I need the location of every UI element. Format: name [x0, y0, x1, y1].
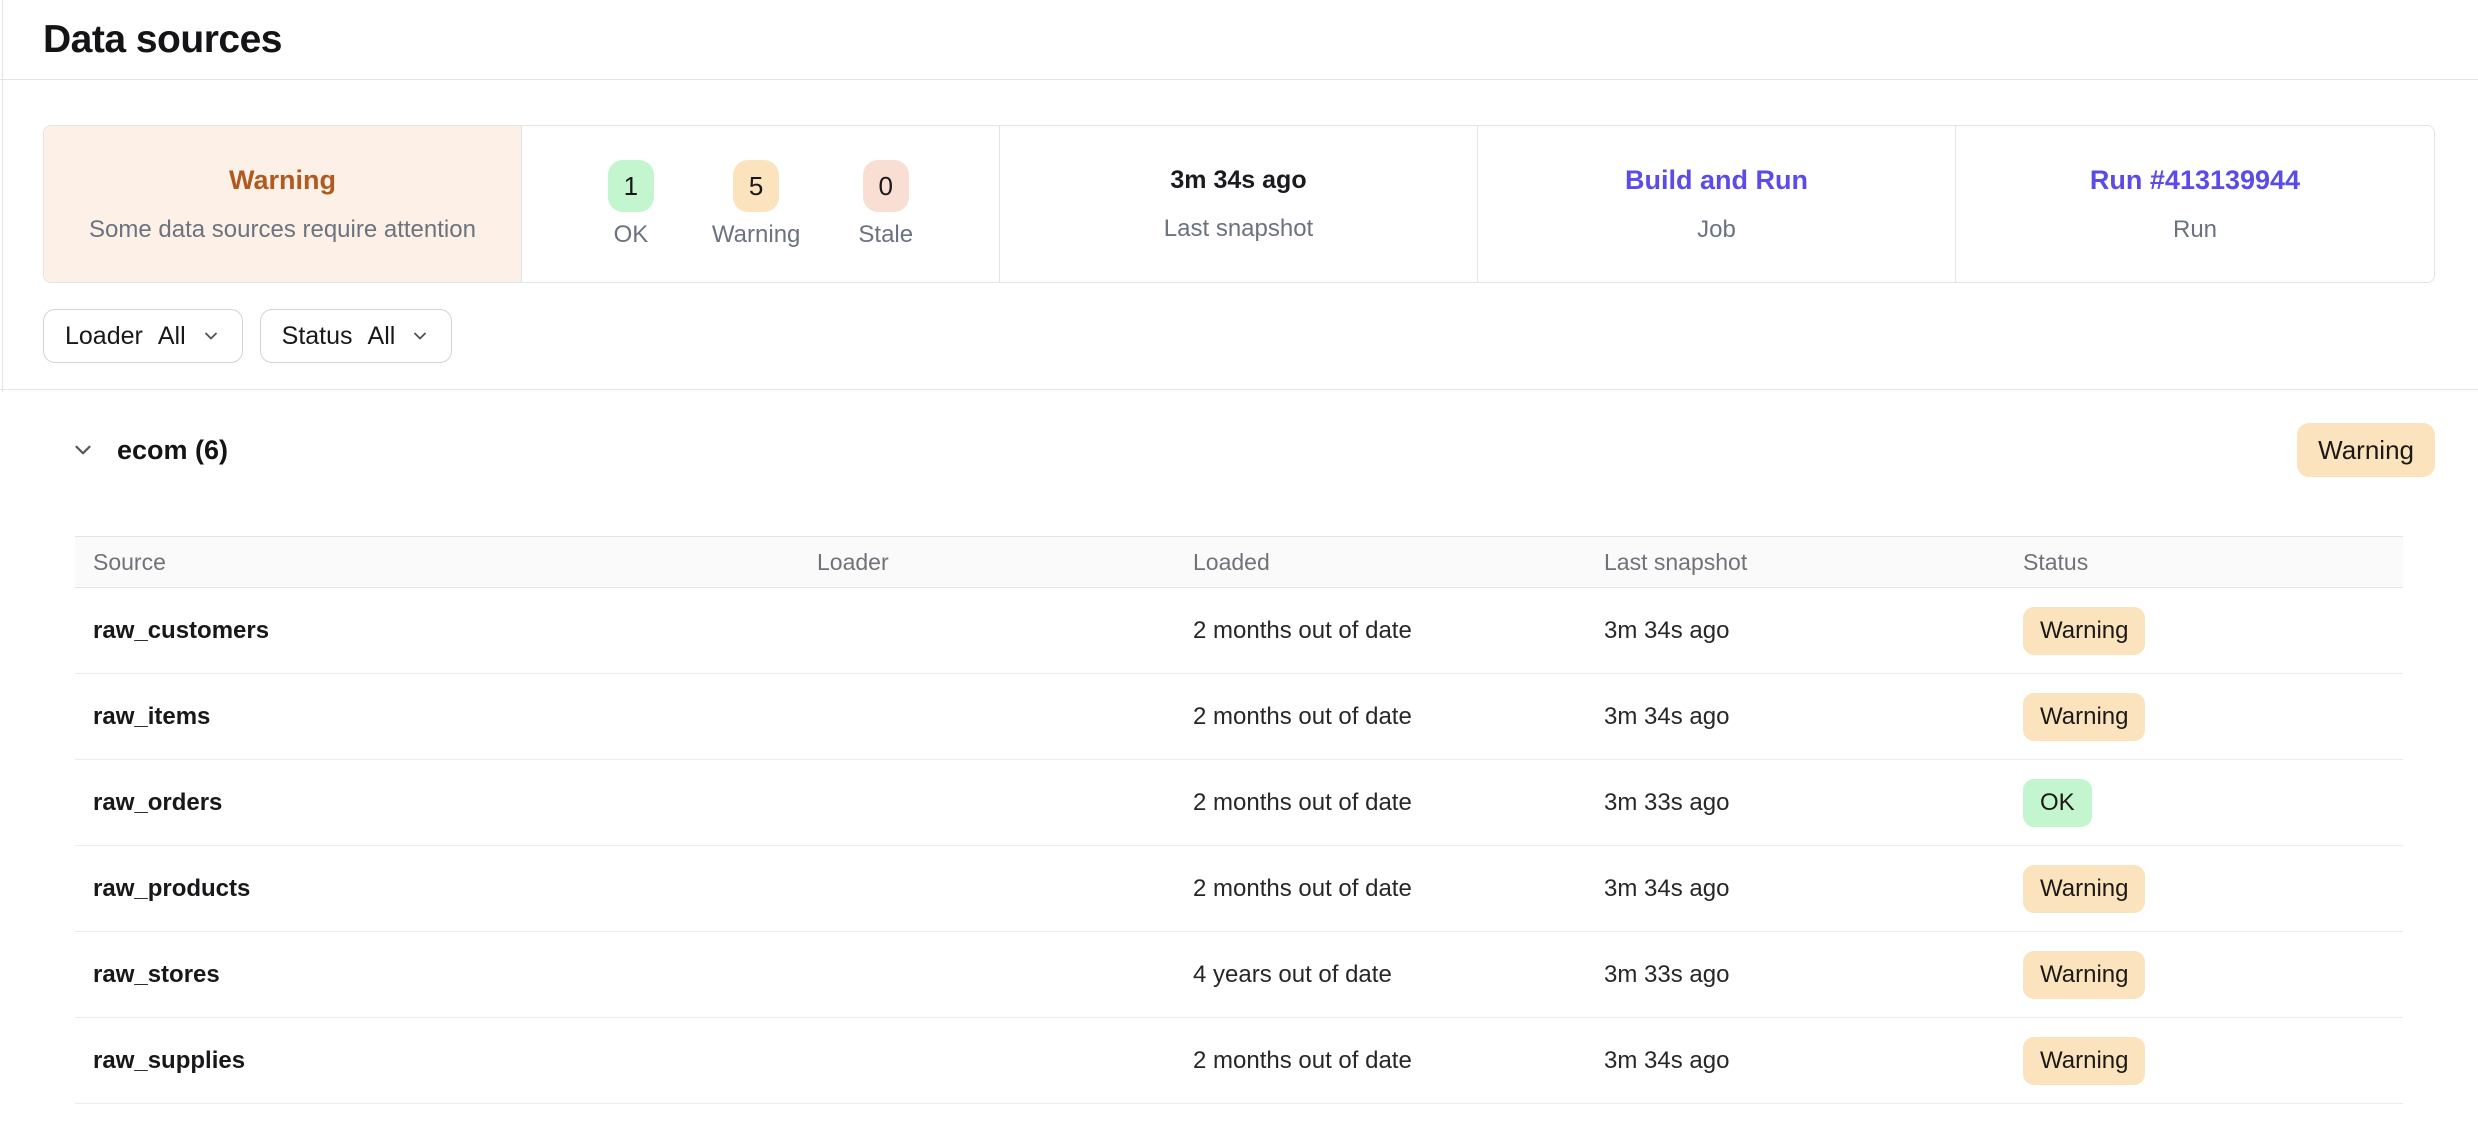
loaded-cell: 2 months out of date [1193, 703, 1604, 731]
warning-count-label: Warning [712, 221, 800, 249]
table-row: raw_supplies 2 months out of date 3m 34s… [75, 1018, 2403, 1104]
column-header-loaded: Loaded [1193, 549, 1604, 576]
ok-count-chip: 1 [608, 160, 654, 212]
sidebar-edge-divider [2, 0, 3, 392]
chevron-down-icon [70, 437, 96, 463]
loaded-cell: 2 months out of date [1193, 875, 1604, 903]
group-header: ecom (6) Warning [43, 418, 2435, 482]
chevron-down-icon [410, 326, 430, 346]
status-badge: Warning [2023, 607, 2145, 655]
data-sources-table: Source Loader Loaded Last snapshot Statu… [75, 536, 2403, 1104]
summary-cards: Warning Some data sources require attent… [43, 125, 2435, 283]
column-header-last-snapshot: Last snapshot [1604, 549, 2023, 576]
status-badge: OK [2023, 779, 2092, 827]
last-snapshot-cell: 3m 34s ago [1604, 617, 2023, 645]
last-snapshot-cell: 3m 34s ago [1604, 875, 2023, 903]
loaded-cell: 2 months out of date [1193, 1047, 1604, 1075]
status-badge: Warning [2023, 951, 2145, 999]
stale-count-chip: 0 [863, 160, 909, 212]
last-snapshot-value: 3m 34s ago [1170, 166, 1306, 195]
status-filter-dropdown[interactable]: Status All [260, 309, 453, 363]
last-snapshot-cell: 3m 34s ago [1604, 703, 2023, 731]
source-cell: raw_products [75, 875, 817, 903]
last-snapshot-label: Last snapshot [1164, 215, 1313, 243]
source-cell: raw_orders [75, 789, 817, 817]
last-snapshot-cell: 3m 33s ago [1604, 789, 2023, 817]
loader-filter-value: All [158, 322, 186, 351]
job-link[interactable]: Build and Run [1625, 165, 1808, 196]
table-row: raw_products 2 months out of date 3m 34s… [75, 846, 2403, 932]
chevron-down-icon [201, 326, 221, 346]
loader-filter-label: Loader [65, 322, 143, 351]
table-header-row: Source Loader Loaded Last snapshot Statu… [75, 536, 2403, 588]
ok-count-label: OK [614, 221, 649, 249]
group-section-ecom: ecom (6) Warning Source Loader Loaded La… [43, 418, 2435, 1104]
loaded-cell: 2 months out of date [1193, 789, 1604, 817]
status-filter-value: All [368, 322, 396, 351]
status-summary-card: Warning Some data sources require attent… [44, 126, 522, 282]
table-row: raw_customers 2 months out of date 3m 34… [75, 588, 2403, 674]
warning-count-chip: 5 [733, 160, 779, 212]
last-snapshot-cell: 3m 34s ago [1604, 1047, 2023, 1075]
warning-count: 5 Warning [712, 160, 800, 249]
page-header: Data sources [0, 0, 2478, 80]
stale-count-label: Stale [858, 221, 913, 249]
overall-status-title: Warning [229, 165, 336, 196]
column-header-loader: Loader [817, 549, 1193, 576]
counts-card: 1 OK 5 Warning 0 Stale [522, 126, 1000, 282]
status-badge: Warning [2023, 865, 2145, 913]
page-title: Data sources [43, 18, 282, 62]
run-link[interactable]: Run #413139944 [2090, 165, 2300, 196]
last-snapshot-cell: 3m 33s ago [1604, 961, 2023, 989]
source-cell: raw_stores [75, 961, 817, 989]
last-snapshot-card: 3m 34s ago Last snapshot [1000, 126, 1478, 282]
collapse-group-button[interactable] [61, 428, 105, 472]
filter-bar: Loader All Status All [43, 309, 2435, 363]
content: Warning Some data sources require attent… [0, 125, 2478, 1104]
status-badge: Warning [2023, 1037, 2145, 1085]
run-label: Run [2173, 216, 2217, 244]
group-status-badge: Warning [2297, 423, 2435, 477]
source-cell: raw_customers [75, 617, 817, 645]
loaded-cell: 2 months out of date [1193, 617, 1604, 645]
overall-status-subtitle: Some data sources require attention [89, 216, 476, 244]
job-label: Job [1697, 216, 1736, 244]
source-cell: raw_supplies [75, 1047, 817, 1075]
data-sources-page: Data sources Warning Some data sources r… [0, 0, 2478, 1134]
table-row: raw_orders 2 months out of date 3m 33s a… [75, 760, 2403, 846]
loader-filter-dropdown[interactable]: Loader All [43, 309, 243, 363]
column-header-source: Source [75, 549, 817, 576]
stale-count: 0 Stale [858, 160, 913, 249]
group-name: ecom (6) [117, 435, 228, 466]
status-counts: 1 OK 5 Warning 0 Stale [608, 160, 913, 249]
job-card: Build and Run Job [1478, 126, 1956, 282]
column-header-status: Status [2023, 549, 2403, 576]
table-row: raw_stores 4 years out of date 3m 33s ag… [75, 932, 2403, 1018]
run-card: Run #413139944 Run [1956, 126, 2434, 282]
loaded-cell: 4 years out of date [1193, 961, 1604, 989]
status-filter-label: Status [282, 322, 353, 351]
table-row: raw_items 2 months out of date 3m 34s ag… [75, 674, 2403, 760]
status-badge: Warning [2023, 693, 2145, 741]
section-divider [0, 389, 2478, 390]
ok-count: 1 OK [608, 160, 654, 249]
source-cell: raw_items [75, 703, 817, 731]
